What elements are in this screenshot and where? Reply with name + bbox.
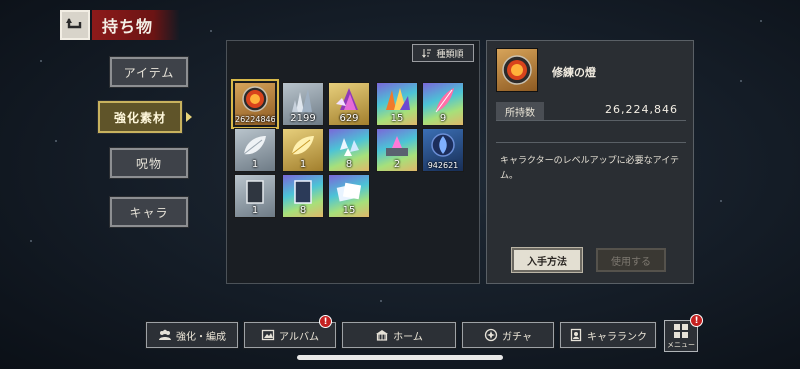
team-icon: [159, 329, 171, 340]
home-icon: [376, 330, 389, 341]
nav-label: ホーム: [393, 331, 423, 343]
flame-orb-icon: [242, 86, 268, 112]
grid-menu-icon: [674, 323, 688, 338]
shards-icon: [340, 138, 359, 156]
altar-icon: [386, 136, 408, 156]
nav-label: キャラランク: [587, 331, 647, 343]
tab-materials[interactable]: 強化素材: [97, 100, 183, 134]
item-count: 15: [342, 205, 356, 216]
item-description: キャラクターのレベルアップに必要なアイテム。: [500, 156, 680, 181]
feather-icon: [435, 88, 454, 113]
back-arrow-icon: [66, 18, 82, 29]
item-count: 8: [345, 159, 353, 170]
nav-label: 強化・編成: [176, 331, 226, 343]
pages-icon: [336, 182, 362, 202]
nav-gacha[interactable]: ガチャ: [461, 321, 555, 349]
item-slot-silver-leaf[interactable]: 1: [234, 128, 276, 172]
leaf-icon: [243, 136, 266, 155]
detail-item-icon: [496, 48, 538, 92]
item-count: 26224846: [235, 115, 276, 124]
nav-enhance-formation[interactable]: 強化・編成: [145, 321, 239, 349]
home-indicator[interactable]: [297, 355, 503, 360]
use-button[interactable]: 使用する: [596, 248, 666, 272]
gacha-icon: [484, 328, 498, 342]
blue-flame-icon: [431, 133, 455, 157]
item-count: 2199: [290, 113, 316, 124]
item-count: 942621: [427, 161, 459, 170]
item-slot-gold-leaf[interactable]: 1: [282, 128, 324, 172]
sort-button[interactable]: 種類順: [412, 44, 474, 62]
item-slot-gold-crystal[interactable]: 629: [328, 82, 370, 126]
how-to-obtain-button[interactable]: 入手方法: [511, 247, 583, 273]
item-count: 1: [251, 205, 259, 216]
nav-label: ガチャ: [502, 331, 532, 343]
mirror-icon: [246, 180, 264, 204]
sort-label: 種類順: [436, 49, 464, 60]
item-slot-silver-crystal[interactable]: 2199: [282, 82, 324, 126]
item-slot-rainbow-feather[interactable]: 9: [422, 82, 464, 126]
rank-icon: [570, 328, 582, 342]
crystal-cluster-icon: [336, 88, 358, 110]
item-count: 8: [299, 205, 307, 216]
item-slot-rainbow-altar[interactable]: 2: [376, 128, 418, 172]
sort-icon: [422, 49, 432, 58]
item-count: 15: [390, 113, 404, 124]
album-icon: [261, 329, 275, 341]
item-count: 1: [251, 159, 259, 170]
mirror-icon: [294, 180, 312, 204]
bg-star: [40, 60, 42, 62]
tab-items[interactable]: アイテム: [109, 56, 189, 88]
nav-home[interactable]: ホーム: [341, 321, 457, 349]
item-slot-rainbow-shards[interactable]: 8: [328, 128, 370, 172]
quantity-label: 所持数: [496, 102, 544, 120]
divider: [496, 142, 686, 143]
item-slot-flame-orb[interactable]: 26224846: [231, 79, 279, 129]
page-title: 持ち物: [92, 10, 180, 40]
leaf-icon: [291, 136, 314, 155]
quantity-row: 所持数 26,224,846: [496, 102, 686, 121]
item-count: 629: [339, 113, 359, 124]
active-tab-arrow-icon: [186, 112, 192, 122]
item-slot-silver-mirror[interactable]: 1: [234, 174, 276, 218]
bg-star: [210, 30, 212, 32]
item-count: 2: [393, 159, 401, 170]
detail-item-name: 修練の燈: [552, 66, 596, 79]
tab-cursed-objects[interactable]: 呪物: [109, 147, 189, 179]
item-slot-rainbow-pages[interactable]: 15: [328, 174, 370, 218]
bg-star: [380, 300, 382, 302]
item-count: 1: [299, 159, 307, 170]
album-notification-badge: !: [319, 315, 332, 328]
crystal-cluster-icon: [386, 88, 410, 110]
crystal-cluster-icon: [292, 89, 312, 112]
item-slot-blue-orb[interactable]: 942621: [422, 128, 464, 172]
bg-star: [740, 80, 742, 82]
item-count: 9: [439, 113, 447, 124]
tab-characters[interactable]: キャラ: [109, 196, 189, 228]
menu-label: メニュー: [667, 340, 695, 349]
quantity-value: 26,224,846: [605, 103, 678, 116]
item-slot-rainbow-crystal[interactable]: 15: [376, 82, 418, 126]
back-button[interactable]: [60, 10, 90, 40]
bg-star: [720, 200, 722, 202]
nav-character-rank[interactable]: キャラランク: [559, 321, 657, 349]
bg-star: [760, 20, 762, 22]
bg-star: [55, 140, 57, 142]
menu-notification-badge: !: [690, 314, 703, 327]
nav-label: アルバム: [279, 331, 319, 343]
flame-orb-icon: [502, 55, 532, 85]
bg-star: [30, 240, 32, 242]
item-slot-rainbow-mirror[interactable]: 8: [282, 174, 324, 218]
